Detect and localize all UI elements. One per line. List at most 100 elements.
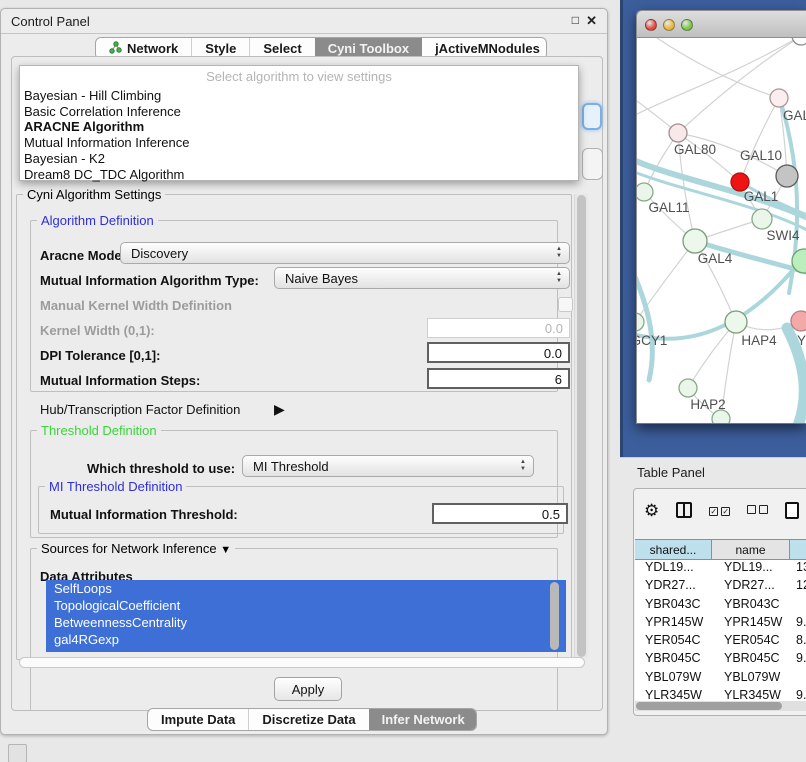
manual-kernel-label: Manual Kernel Width Definition — [40, 298, 232, 313]
mac-zoom-icon[interactable] — [681, 19, 693, 31]
network-window-titlebar[interactable] — [636, 10, 806, 38]
expand-arrow-icon[interactable]: ▶ — [274, 401, 285, 418]
column-header-name[interactable]: name — [712, 539, 790, 560]
cell-value: 8. — [790, 633, 806, 651]
hub-definition-label[interactable]: Hub/Transcription Factor Definition — [40, 402, 240, 417]
float-window-icon[interactable]: □ — [572, 13, 579, 27]
table-row[interactable]: YDR27...YDR27...12 — [635, 578, 806, 596]
attribute-item[interactable]: gal4RGexp — [46, 631, 566, 648]
network-node-label: GAL10 — [740, 148, 782, 163]
dropdown-item[interactable]: Dream8 DC_TDC Algorithm — [20, 167, 578, 183]
checked-boxes-icon[interactable]: ✓✓ — [709, 501, 730, 519]
which-threshold-select[interactable]: MI Threshold ▲▼ — [242, 455, 534, 477]
data-attributes-list[interactable]: SelfLoopsTopologicalCoefficientBetweenne… — [46, 580, 566, 652]
cell-shared-name: YER054C — [635, 633, 712, 651]
network-icon — [109, 41, 122, 57]
network-edge — [740, 98, 779, 182]
manual-kernel-checkbox[interactable] — [558, 297, 573, 312]
table-row[interactable]: YBR043CYBR043C — [635, 597, 806, 615]
dropdown-item[interactable]: Mutual Information Inference — [20, 135, 578, 151]
control-panel-titlebar: Control Panel □ ✕ — [1, 9, 607, 34]
aracne-mode-label: Aracne Mode: — [40, 248, 126, 263]
mi-threshold-group-title: MI Threshold Definition — [45, 479, 186, 494]
column-header-a[interactable]: A — [790, 539, 806, 560]
checkbox-glyph: ✓ — [721, 507, 730, 516]
cell-shared-name: YBR043C — [635, 597, 712, 615]
mi-type-value: Naive Bayes — [285, 271, 358, 286]
cell-shared-name: YPR145W — [635, 615, 712, 633]
network-node[interactable] — [669, 124, 687, 142]
cell-name: YBR043C — [712, 597, 790, 615]
tab-discretize-data[interactable]: Discretize Data — [248, 709, 368, 730]
kernel-width-field[interactable]: 0.0 — [427, 318, 570, 338]
table-row[interactable]: YPR145WYPR145W9. — [635, 615, 806, 633]
bottom-tab-bar: Impute DataDiscretize DataInfer Network — [147, 708, 477, 731]
split-columns-icon[interactable] — [676, 502, 692, 518]
dropdown-item[interactable]: ARACNE Algorithm — [20, 119, 578, 135]
tab-impute-data[interactable]: Impute Data — [148, 709, 248, 730]
network-node[interactable] — [712, 410, 730, 424]
network-node[interactable] — [791, 311, 806, 331]
cell-value: 9. — [790, 615, 806, 633]
dropdown-item[interactable]: Basic Correlation Inference — [20, 104, 578, 120]
mac-minimize-icon[interactable] — [663, 19, 675, 31]
network-node[interactable] — [637, 183, 653, 201]
cell-shared-name: YBL079W — [635, 670, 712, 688]
settings-horizontal-scrollbar[interactable] — [19, 657, 585, 668]
network-view[interactable]: GAL80GALGAL10GAL1GAL11SWI4GAL4GCY1HAP4YH… — [636, 38, 806, 424]
unchecked-boxes-icon[interactable] — [747, 501, 768, 519]
table-row[interactable]: YBR045CYBR045C9. — [635, 651, 806, 669]
dropdown-prompt: Select algorithm to view settings — [20, 66, 578, 88]
attribute-item[interactable]: TopologicalCoefficient — [46, 597, 566, 614]
network-node[interactable] — [792, 38, 806, 45]
column-header-shared[interactable]: shared... — [635, 539, 712, 560]
collapse-arrow-icon[interactable]: ▼ — [220, 544, 231, 556]
attribute-item[interactable]: BetweennessCentrality — [46, 614, 566, 631]
mac-close-icon[interactable] — [645, 19, 657, 31]
table-row[interactable]: YDL19...YDL19...13 — [635, 560, 806, 578]
table-row[interactable]: YER054CYER054C8. — [635, 633, 806, 651]
dpi-tolerance-field[interactable]: 0.0 — [427, 342, 570, 363]
cell-shared-name: YDR27... — [635, 578, 712, 596]
tab-label: jActiveMNodules — [435, 41, 540, 56]
cell-shared-name: YLR345W — [635, 688, 712, 701]
cell-name: YER054C — [712, 633, 790, 651]
network-edge — [644, 133, 678, 192]
kernel-width-label: Kernel Width (0,1): — [40, 323, 155, 338]
dropdown-item[interactable]: Bayesian - K2 — [20, 151, 578, 167]
network-node[interactable] — [776, 165, 798, 187]
which-threshold-label: Which threshold to use: — [87, 461, 235, 476]
table-row[interactable]: YLR345WYLR345W9. — [635, 688, 806, 701]
combo-stepper-icon: ▲▼ — [556, 271, 562, 285]
table-header-row: shared...nameA — [635, 539, 806, 560]
attribute-item[interactable]: SelfLoops — [46, 580, 566, 597]
mi-threshold-field[interactable]: 0.5 — [432, 503, 568, 524]
tab-infer-network[interactable]: Infer Network — [369, 709, 477, 730]
aracne-mode-select[interactable]: Discovery ▲▼ — [120, 242, 570, 264]
network-node[interactable] — [725, 311, 747, 333]
mi-steps-label: Mutual Information Steps: — [40, 373, 200, 388]
settings-vertical-scrollbar[interactable] — [574, 194, 588, 658]
combo-stepper-icon: ▲▼ — [556, 246, 562, 260]
table-rows: YDL19...YDL19...13YDR27...YDR27...12YBR0… — [635, 560, 806, 701]
network-node-label: GCY1 — [637, 333, 667, 348]
mi-steps-field[interactable]: 6 — [427, 368, 570, 389]
close-window-icon[interactable]: ✕ — [586, 13, 597, 29]
dropdown-item[interactable]: Bayesian - Hill Climbing — [20, 88, 578, 104]
attr-list-scrollbar[interactable] — [550, 582, 559, 650]
network-node[interactable] — [752, 209, 772, 229]
network-node-label: GAL11 — [648, 200, 689, 215]
mi-type-select[interactable]: Naive Bayes ▲▼ — [274, 267, 570, 289]
page-icon[interactable] — [785, 502, 799, 519]
window-title: Control Panel — [11, 14, 90, 29]
apply-button[interactable]: Apply — [274, 677, 342, 701]
network-node[interactable] — [770, 89, 788, 107]
which-threshold-value: MI Threshold — [253, 459, 329, 474]
network-node[interactable] — [683, 229, 707, 253]
network-node[interactable] — [637, 313, 644, 331]
table-horizontal-scrollbar[interactable] — [635, 701, 806, 711]
network-node[interactable] — [679, 379, 697, 397]
bottom-left-icon[interactable] — [8, 744, 27, 762]
table-row[interactable]: YBL079WYBL079W — [635, 670, 806, 688]
gear-icon[interactable]: ⚙ — [644, 502, 659, 519]
